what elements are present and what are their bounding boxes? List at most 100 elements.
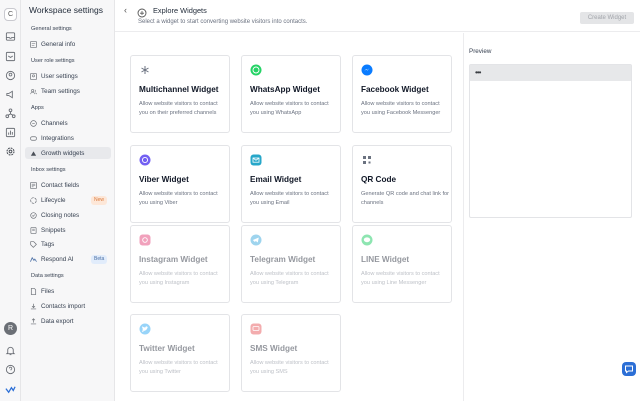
widget-name: Instagram Widget	[139, 255, 208, 264]
twitter-icon	[139, 323, 151, 335]
widget-description: Allow website visitors to contact you us…	[250, 360, 329, 375]
widget-description: Generate QR code and chat link for chann…	[361, 191, 449, 206]
sidebar-item-data-export[interactable]: Data export	[25, 315, 111, 327]
widget-card-whatsapp-widget[interactable]: WhatsApp Widget Allow website visitors to…	[241, 55, 341, 133]
widget-card-telegram-widget[interactable]: Telegram Widget Allow website visitors to…	[241, 225, 341, 303]
widget-card-multichannel-widget[interactable]: Multichannel Widget Allow website visitor…	[130, 55, 230, 133]
file-icon	[30, 287, 37, 295]
preview-dots: •••	[475, 68, 481, 77]
section-data-settings: Data settings	[31, 273, 64, 279]
sidebar-item-files[interactable]: Files	[25, 285, 111, 297]
widget-name: Twitter Widget	[139, 344, 195, 353]
widget-card-sms-widget[interactable]: SMS Widget Allow website visitors to cont…	[241, 314, 341, 392]
widget-name: Facebook Widget	[361, 85, 429, 94]
messenger-icon	[361, 64, 373, 76]
widget-description: Allow website visitors to contact you us…	[139, 360, 218, 375]
widget-card-qr-code[interactable]: QR Code Generate QR code and chat link fo…	[352, 145, 452, 223]
sidebar-item-tags[interactable]: Tags	[25, 238, 111, 250]
app-root: C R Workspace settings General settings …	[0, 0, 640, 401]
growth-widgets-icon	[30, 150, 37, 157]
widget-card-line-widget[interactable]: LINE Widget Allow website visitors to con…	[352, 225, 452, 303]
viber-icon	[139, 154, 151, 166]
widget-description: Allow website visitors to contact you us…	[250, 101, 329, 116]
tag-icon	[30, 240, 37, 248]
snippets-icon	[30, 226, 37, 234]
widget-description: Allow website visitors to contact you us…	[139, 271, 218, 286]
sidebar-item-closing-notes[interactable]: Closing notes	[25, 209, 111, 221]
preview-box: •••	[469, 64, 632, 218]
widget-name: Multichannel Widget	[139, 85, 219, 94]
widget-name: Viber Widget	[139, 175, 189, 184]
widget-card-viber-widget[interactable]: Viber Widget Allow website visitors to co…	[130, 145, 230, 223]
widget-grid: Multichannel Widget Allow website visitor…	[115, 33, 463, 401]
chat-icon[interactable]	[5, 70, 16, 81]
sidebar-item-user-settings[interactable]: User settings	[25, 70, 111, 82]
widgets-icon	[137, 5, 147, 18]
reports-icon[interactable]	[5, 127, 16, 138]
widget-name: Email Widget	[250, 175, 302, 184]
line-icon	[361, 234, 373, 246]
workflow-icon[interactable]	[5, 108, 16, 119]
sidebar-item-growth-widgets[interactable]: Growth widgets	[25, 147, 111, 159]
page-header: ‹ Explore Widgets Select a widget to sta…	[115, 0, 640, 32]
widget-name: SMS Widget	[250, 344, 298, 353]
section-apps: Apps	[31, 105, 44, 111]
section-user-role-settings: User role settings	[31, 58, 75, 64]
instagram-icon	[139, 234, 151, 246]
inbox-icon[interactable]	[5, 31, 16, 42]
telegram-icon	[250, 234, 262, 246]
widget-card-email-widget[interactable]: Email Widget Allow website visitors to co…	[241, 145, 341, 223]
sidebar-item-snippets[interactable]: Snippets	[25, 224, 111, 236]
widget-name: LINE Widget	[361, 255, 410, 264]
integrations-icon	[30, 135, 37, 142]
widget-description: Allow website visitors to contact you on…	[139, 101, 218, 116]
lifecycle-icon	[30, 196, 37, 204]
qr-code-icon	[361, 154, 373, 166]
channels-icon	[30, 119, 37, 127]
widget-name: WhatsApp Widget	[250, 85, 320, 94]
widget-description: Allow website visitors to contact you us…	[250, 271, 329, 286]
sidebar-item-channels[interactable]: Channels	[25, 117, 111, 129]
broadcast-icon[interactable]	[5, 89, 16, 100]
sidebar-item-team-settings[interactable]: Team settings	[25, 85, 111, 97]
import-icon	[30, 303, 37, 310]
sms-icon	[250, 323, 262, 335]
widget-card-twitter-widget[interactable]: Twitter Widget Allow website visitors to …	[130, 314, 230, 392]
chat-bubble-icon	[625, 365, 633, 374]
widget-description: Allow website visitors to contact you us…	[361, 101, 441, 116]
preview-title: Preview	[469, 48, 492, 55]
export-icon	[30, 317, 37, 325]
sidebar-item-respond-ai[interactable]: Respond AI Beta	[25, 253, 111, 265]
asterisk-icon	[139, 64, 151, 76]
sidebar-item-integrations[interactable]: Integrations	[25, 132, 111, 144]
widget-description: Allow website visitors to contact you us…	[250, 191, 329, 206]
sidebar-item-contact-fields[interactable]: Contact fields	[25, 179, 111, 191]
logo-icon[interactable]	[5, 384, 16, 395]
bell-icon[interactable]	[5, 345, 16, 356]
back-button[interactable]: ‹	[124, 5, 127, 15]
team-icon	[30, 88, 37, 95]
user-icon	[30, 72, 37, 80]
create-widget-button[interactable]: Create Widget	[580, 12, 634, 24]
settings-icon[interactable]	[5, 146, 16, 157]
widget-description: Allow website visitors to contact you us…	[361, 271, 440, 286]
icon-rail: C R	[0, 0, 21, 401]
page-title: Explore Widgets	[153, 6, 207, 15]
section-general-settings: General settings	[31, 26, 72, 32]
sidebar-item-general-info[interactable]: General info	[25, 38, 111, 50]
contact-fields-icon	[30, 181, 37, 189]
sidebar-title: Workspace settings	[29, 5, 104, 15]
closing-notes-icon	[30, 211, 37, 219]
help-icon[interactable]	[5, 364, 16, 375]
chat-launcher-button[interactable]	[622, 362, 636, 376]
new-badge: New	[91, 195, 108, 205]
sidebar-item-contacts-import[interactable]: Contacts import	[25, 300, 111, 312]
widget-card-facebook-widget[interactable]: Facebook Widget Allow website visitors to…	[352, 55, 452, 133]
section-inbox-settings: Inbox settings	[31, 167, 66, 173]
avatar[interactable]: R	[4, 322, 17, 335]
widget-card-instagram-widget[interactable]: Instagram Widget Allow website visitors t…	[130, 225, 230, 303]
info-icon	[30, 40, 37, 48]
contacts-icon[interactable]	[5, 51, 16, 62]
workspace-switcher[interactable]: C	[4, 8, 17, 21]
sidebar-item-lifecycle[interactable]: Lifecycle New	[25, 194, 111, 206]
